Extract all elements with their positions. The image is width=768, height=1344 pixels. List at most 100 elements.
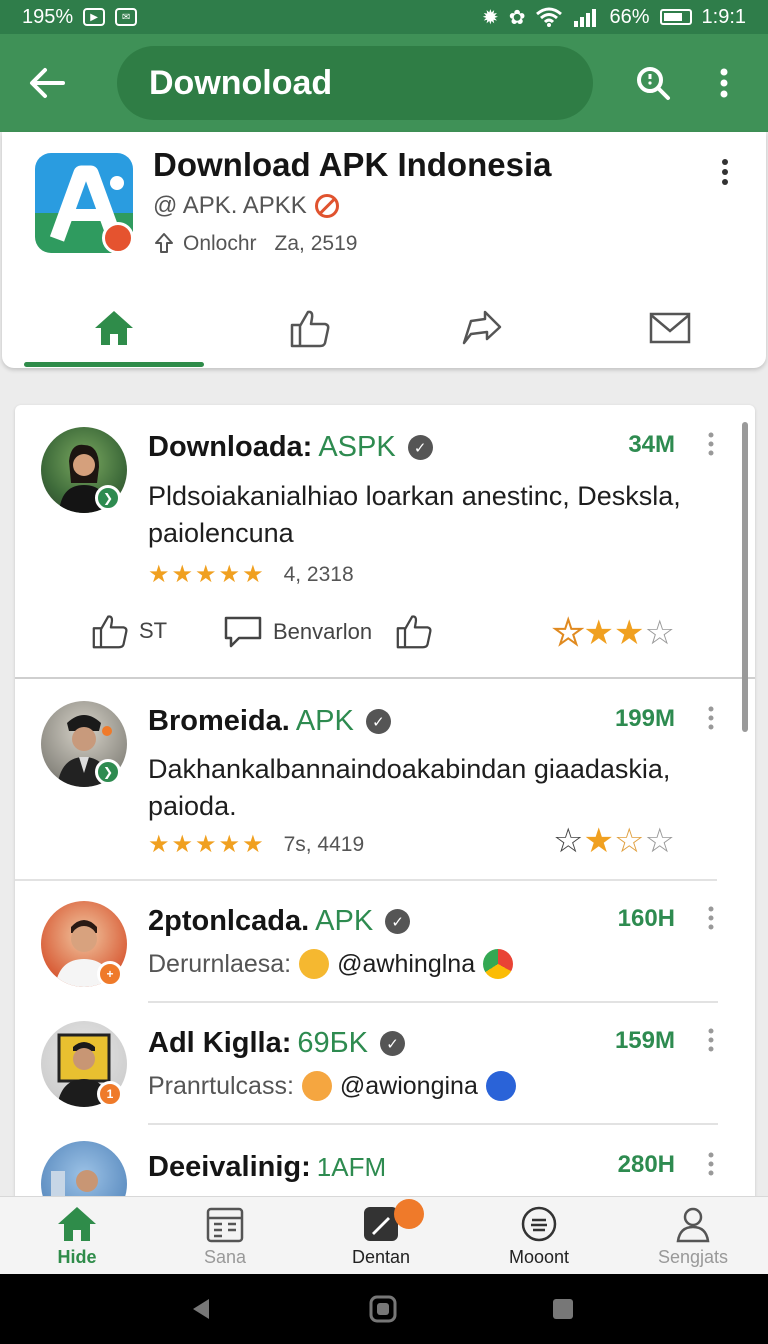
more-vertical-icon (720, 68, 728, 98)
nav-item-home[interactable]: Hide (0, 1197, 154, 1275)
recents-icon (553, 1299, 573, 1319)
post-name: Downloada: (148, 431, 313, 463)
star-empty-icon[interactable]: ☆ (644, 824, 674, 858)
back-button[interactable] (24, 60, 70, 106)
nav-item-edit[interactable]: Dentan (304, 1197, 458, 1275)
status-bar-right: ✹ ✿ 66% 1:9:1 (482, 5, 746, 30)
play-badge-icon (394, 1199, 424, 1229)
tab-home[interactable] (24, 292, 204, 364)
search-button[interactable] (630, 60, 676, 106)
nav-item-calendar[interactable]: Sana (148, 1197, 302, 1275)
more-options-button[interactable] (704, 60, 744, 106)
home-square-icon (369, 1295, 397, 1323)
nav-item-profile[interactable]: Sengjats (616, 1197, 768, 1275)
star-empty-icon[interactable]: ☆ (553, 824, 583, 858)
post-item[interactable]: Deeivalinig: 1AFM 280H (15, 1127, 755, 1205)
comment-button[interactable]: Benvarlon (223, 615, 372, 649)
like-button-secondary[interactable] (395, 613, 433, 649)
star-icon: ★ (195, 561, 217, 588)
app-bar: Downoload (0, 34, 768, 132)
channel-header: Download APK Indonesia @ APK. APKK Onloc… (2, 132, 766, 368)
search-bar[interactable]: Downoload (117, 46, 593, 120)
star-icon[interactable]: ★ (583, 824, 613, 858)
mail-icon (649, 312, 691, 344)
post-name: Deeivalinig: (148, 1151, 311, 1183)
tab-share[interactable] (392, 292, 572, 364)
upload-icon (155, 233, 173, 253)
system-home-button[interactable] (368, 1294, 398, 1324)
channel-handle-row: @ APK. APKK (153, 192, 339, 220)
post-item[interactable]: ❯ Downloada: ASPK ✓ 34M Pldsoiakanialhia… (15, 405, 755, 677)
post-subline: Derurnlaesa: @awhinglna (148, 949, 514, 979)
nav-item-menu[interactable]: Mooont (462, 1197, 616, 1275)
like-label: ST (139, 618, 168, 643)
post-tag: ASPK (318, 431, 396, 463)
system-back-button[interactable] (186, 1294, 216, 1324)
post-item[interactable]: 1 Adl Kiglla: 69БK ✓ 159M Pranrtulcass: … (15, 1005, 755, 1125)
verified-badge-icon: ❯ (95, 485, 121, 511)
more-vertical-icon (708, 706, 714, 730)
arrow-left-icon (30, 68, 65, 98)
bottom-navigation: Hide Sana Dentan Mooont Sengjats (0, 1196, 768, 1274)
post-sub-label: Derurnlaesa: (148, 949, 292, 978)
search-icon (637, 67, 670, 100)
post-count: 34M (628, 431, 675, 458)
signal-icon (574, 9, 597, 27)
rate-stars[interactable]: ★ ★ ★ ☆ (552, 615, 675, 651)
notification-icon: ▶ (83, 8, 106, 26)
system-recents-button[interactable] (548, 1294, 578, 1324)
star-empty-icon[interactable]: ☆ (614, 824, 644, 858)
star-rating: ★ ★ ★ ★ ★ 7s, 4419 (148, 833, 364, 857)
star-icon: ★ (171, 831, 194, 858)
wifi-icon (536, 7, 563, 27)
channel-meta-count: Za, 2519 (274, 232, 358, 255)
active-tab-indicator (24, 362, 204, 367)
post-tag: APK (295, 705, 354, 737)
post-title: Adl Kiglla: 69БK ✓ (148, 1027, 406, 1060)
post-more-button[interactable] (699, 1149, 723, 1179)
post-title: Deeivalinig: 1AFM (148, 1151, 386, 1184)
more-vertical-icon (708, 1152, 714, 1176)
rate-stars[interactable]: ☆ ★ ☆ ☆ (553, 824, 675, 858)
scrollbar[interactable] (742, 422, 748, 732)
star-icon[interactable]: ★ (583, 616, 613, 650)
badge-icon: + (97, 961, 123, 987)
tab-messages[interactable] (580, 292, 760, 364)
star-icon: ★ (242, 831, 264, 858)
post-more-button[interactable] (699, 1025, 723, 1055)
like-button[interactable]: ST (91, 613, 167, 649)
post-more-button[interactable] (699, 903, 723, 933)
emoji-icon (299, 949, 330, 979)
star-icon[interactable]: ★ (614, 616, 644, 650)
post-sub-label: Pranrtulcass: (148, 1071, 294, 1100)
nav-label: Sengjats (657, 1247, 729, 1267)
post-sub-handle[interactable]: @awhinglna (337, 950, 475, 979)
post-description: Dakhankalbannaindoakabindan giaadaskia, … (148, 754, 671, 821)
channel-title: Download APK Indonesia (153, 146, 552, 183)
person-icon (676, 1207, 710, 1243)
star-empty-icon[interactable]: ☆ (644, 616, 674, 650)
post-name: 2ptonlcada. (148, 905, 310, 937)
post-item[interactable]: + 2ptonlcada. APK ✓ 160H Derurnlaesa: @a… (15, 883, 755, 1003)
post-count: 159M (614, 1027, 675, 1054)
divider (15, 677, 755, 679)
tab-likes[interactable] (220, 292, 400, 364)
post-more-button[interactable] (699, 429, 723, 459)
status-bar: 195% ▶ ✉ ✹ ✿ 66% 1:9:1 (0, 0, 768, 34)
status-time: 1:9:1 (701, 5, 746, 28)
battery-percent: 66% (609, 5, 650, 28)
post-more-button[interactable] (699, 703, 723, 733)
post-item[interactable]: ❯ Bromeida. APK ✓ 199M Dakhankalbannaind… (15, 681, 755, 881)
verified-check-icon: ✓ (385, 909, 411, 934)
star-icon: ★ (218, 831, 241, 858)
post-subline: Pranrtulcass: @awiongina (148, 1071, 516, 1101)
channel-meta-row: Onlochr Za, 2519 (153, 232, 357, 256)
post-sub-handle[interactable]: @awiongina (340, 1072, 478, 1101)
star-outline-icon[interactable]: ★ (552, 615, 585, 651)
messenger-icon (485, 1071, 516, 1101)
channel-more-button[interactable] (710, 152, 740, 192)
star-icon: ★ (242, 561, 264, 588)
rating-text: 7s, 4419 (283, 833, 365, 856)
verified-check-icon: ✓ (380, 1031, 406, 1056)
logo-badge-icon (102, 222, 134, 254)
